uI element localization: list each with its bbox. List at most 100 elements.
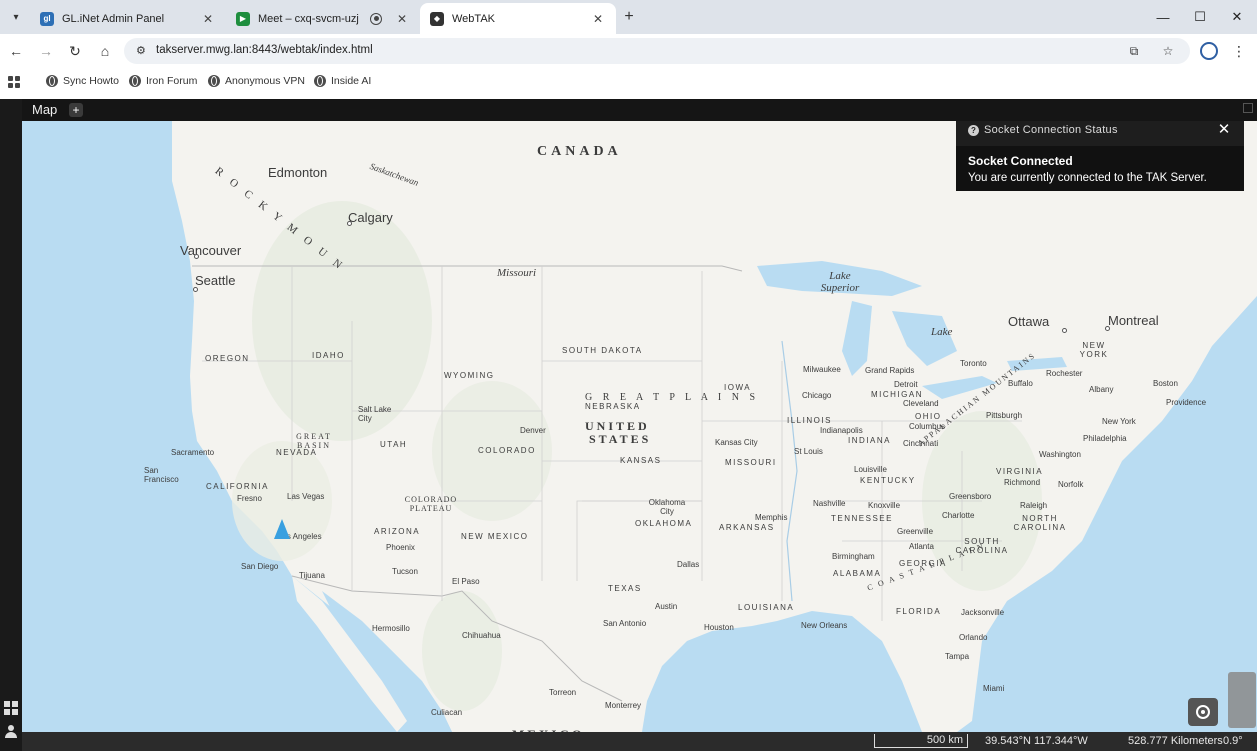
city-label: Salt Lake City [358,405,392,423]
state-label: ILLINOIS [787,416,832,425]
city-label: Austin [655,602,678,611]
apps-grid-icon[interactable] [8,76,20,88]
city-label: Raleigh [1020,501,1048,510]
close-tab-icon[interactable]: ✕ [200,11,216,27]
city-label: San Diego [241,562,279,571]
city-label: Chihuahua [462,631,501,640]
state-label: KANSAS [620,456,662,465]
city-label: Kansas City [715,438,758,447]
tab-webtak[interactable]: ◆ WebTAK ✕ [420,3,616,34]
self-location-marker[interactable] [274,519,290,539]
glinet-icon: gl [40,11,54,26]
back-icon[interactable]: ← [7,42,25,60]
browser-menu-icon[interactable]: ⋮ [1232,42,1246,60]
forward-icon[interactable]: → [37,42,55,60]
toast-message: You are currently connected to the TAK S… [968,172,1207,184]
map-scroll-handle[interactable] [1228,672,1256,728]
city-label: Fresno [237,494,262,503]
city-label: Dallas [677,560,700,569]
popout-icon[interactable] [1243,103,1253,113]
city-label: Las Vegas [287,492,325,501]
help-icon: ? [968,125,979,136]
toast-header: ? Socket Connection Status ✕ [956,121,1244,146]
locate-me-button[interactable] [1188,698,1218,726]
bookmark-label: Iron Forum [146,75,198,87]
left-toolbar [0,99,22,751]
map-status-bar: 500 km 39.543°N 117.344°W 528.777 Kilome… [22,732,1257,751]
tab-title: WebTAK [452,12,495,25]
map-panel-title: Map [32,102,58,117]
close-tab-icon[interactable]: ✕ [590,11,606,27]
bookmark-item[interactable]: Sync Howto [46,75,119,87]
state-label: NORTH CAROLINA [1013,514,1067,532]
city-label: Atlanta [909,542,934,551]
tab-title: Meet – cxq-svcm-uzj [258,12,359,25]
city-label: Indianapolis [820,426,863,435]
browser-toolbar: ← → ↻ ⌂ ⚙ takserver.mwg.lan:8443/webtak/… [0,34,1257,68]
state-label: INDIANA [848,436,891,445]
city-label: Washington [1039,450,1081,459]
bookmark-item[interactable]: Anonymous VPN [208,75,305,87]
city-label: Detroit [894,380,918,389]
site-info-icon[interactable]: ⚙ [136,44,146,57]
map-heading: 0.9° [1223,735,1243,747]
city-label: Norfolk [1058,480,1084,489]
bookmark-item[interactable]: Iron Forum [129,75,197,87]
city-label: St Louis [794,447,823,456]
state-label: KENTUCKY [860,476,916,485]
recording-icon [370,12,382,25]
map-view[interactable]: CANADA UNITED STATES Edmonton Calgary Va… [22,121,1257,732]
state-label: UTAH [380,440,408,449]
add-panel-icon[interactable]: + [69,103,83,117]
address-bar[interactable]: ⚙ takserver.mwg.lan:8443/webtak/index.ht… [124,38,1190,64]
city-label: Tijuana [299,571,325,580]
state-label: OKLAHOMA [635,519,693,528]
country-label: STATES [589,432,652,446]
state-label: WYOMING [444,371,495,380]
cast-icon[interactable]: ⧉ [1126,43,1142,59]
city-label: Seattle [195,273,236,288]
state-label: OHIO [915,412,942,421]
maximize-icon[interactable]: ☐ [1191,8,1209,26]
city-label: Torreon [549,688,577,697]
city-label: Knoxville [868,501,901,510]
tab-search-chevron-icon[interactable]: ▾ [6,7,26,27]
city-label: Milwaukee [803,365,841,374]
tab-glinet[interactable]: gl GL.iNet Admin Panel ✕ [30,3,226,34]
state-label: MICHIGAN [871,390,923,399]
user-icon[interactable] [5,725,17,739]
new-tab-icon[interactable]: + [620,8,638,26]
globe-icon [129,75,141,87]
state-label: TEXAS [608,584,642,593]
state-label: ARIZONA [374,527,421,536]
region-label: COLORADO PLATEAU [404,495,458,513]
tab-meet[interactable]: ▶ Meet – cxq-svcm-uzj ✕ [226,3,420,34]
city-label: Greensboro [949,492,992,501]
city-label: El Paso [452,577,480,586]
close-icon[interactable]: ✕ [1216,121,1232,138]
city-label: Montreal [1108,313,1159,328]
apps-grid-icon[interactable] [4,701,18,715]
window-close-icon[interactable]: ✕ [1228,8,1246,26]
toast-heading: Socket Connected [968,154,1073,168]
state-label: IDAHO [312,351,345,360]
profile-avatar[interactable] [1200,42,1218,60]
reload-icon[interactable]: ↻ [66,42,84,60]
webtak-app: Map + CANADA UNITED STATES Edmonton Calg… [0,99,1257,751]
close-tab-icon[interactable]: ✕ [394,11,410,27]
view-distance: 528.777 Kilometers [1128,735,1223,747]
minimize-icon[interactable]: — [1154,8,1172,26]
map-panel-header: Map + [22,99,1257,121]
state-label: NEW MEXICO [461,532,529,541]
bookmark-star-icon[interactable]: ☆ [1160,43,1176,59]
city-label: San Antonio [603,619,647,628]
home-icon[interactable]: ⌂ [96,42,114,60]
bookmark-label: Anonymous VPN [225,75,305,87]
city-label: Providence [1166,398,1207,407]
url-text: takserver.mwg.lan:8443/webtak/index.html [156,44,373,56]
crosshair-icon [1196,705,1210,719]
bookmark-item[interactable]: Inside AI [314,75,371,87]
city-label: Calgary [348,210,393,225]
city-label: Birmingham [832,552,875,561]
city-label: Denver [520,426,546,435]
